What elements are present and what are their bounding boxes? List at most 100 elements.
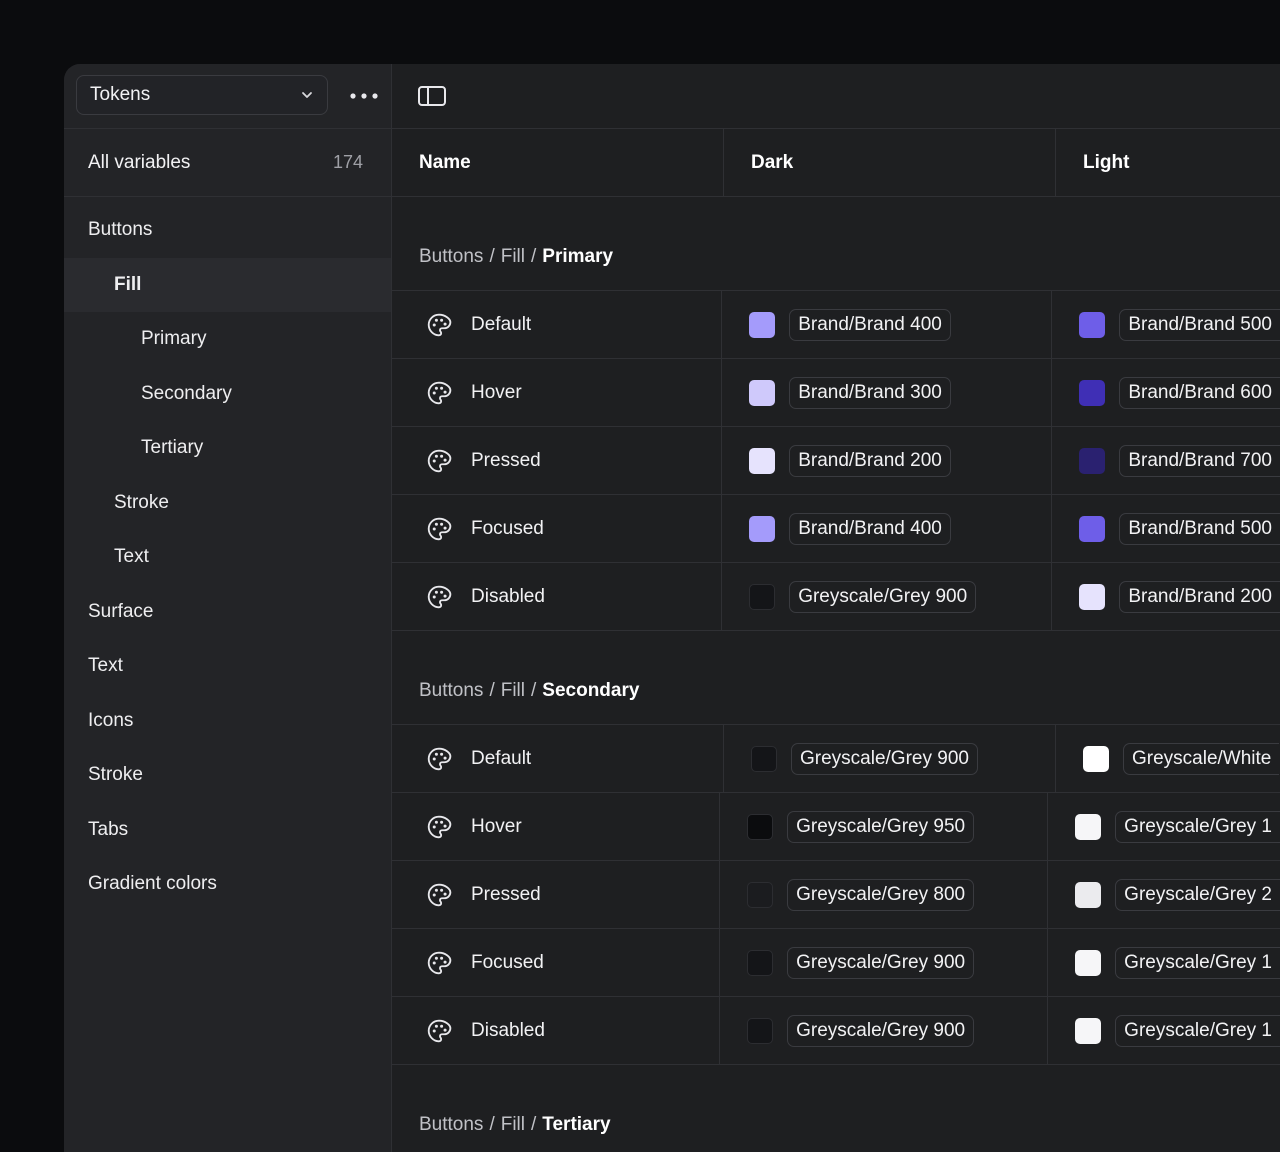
color-swatch [747, 949, 774, 976]
color-swatch [747, 813, 774, 840]
sidebar-group-surface[interactable]: Surface [64, 585, 391, 640]
dark-value-cell[interactable]: Greyscale/Grey 900 [720, 929, 1049, 996]
dark-value-cell[interactable]: Greyscale/Grey 800 [720, 861, 1049, 928]
token-alias-chip[interactable]: Greyscale/Grey 900 [791, 742, 978, 775]
light-value-cell[interactable]: Brand/Brand 600 [1052, 359, 1280, 426]
table-row[interactable]: Hover Brand/Brand 300 Brand/Brand 600 [392, 359, 1280, 427]
table-row[interactable]: Pressed Greyscale/Grey 800 Greyscale/Grey … [392, 861, 1280, 929]
light-value-cell[interactable]: Brand/Brand 200 [1052, 563, 1280, 630]
variable-name-cell[interactable]: Hover [392, 793, 721, 860]
table-row[interactable]: Disabled Greyscale/Grey 900 Brand/Brand 20… [392, 563, 1280, 631]
light-value-cell[interactable]: Brand/Brand 700 [1052, 427, 1280, 494]
token-alias-chip[interactable]: Brand/Brand 300 [789, 376, 951, 409]
sidebar: Tokens All variables 174 Buttons Fill Prim… [64, 64, 392, 1152]
light-value-cell[interactable]: Brand/Brand 500 [1052, 495, 1280, 562]
dark-value-cell[interactable]: Brand/Brand 300 [722, 359, 1053, 426]
variable-name-cell[interactable]: Pressed [392, 427, 723, 494]
token-alias-chip[interactable]: Brand/Brand 400 [789, 512, 951, 545]
token-alias-chip[interactable]: Greyscale/Grey 800 [787, 878, 975, 911]
variable-name-cell[interactable]: Hover [392, 359, 723, 426]
table-row[interactable]: Focused Brand/Brand 400 Brand/Brand 500 [392, 495, 1280, 563]
token-alias-chip[interactable]: Brand/Brand 200 [1119, 580, 1280, 613]
token-alias-chip[interactable]: Brand/Brand 600 [1119, 376, 1280, 409]
dark-value-cell[interactable]: Greyscale/Grey 900 [724, 725, 1056, 792]
token-alias-chip[interactable]: Greyscale/Grey 900 [789, 580, 977, 613]
light-value-cell[interactable]: Brand/Brand 500 [1052, 291, 1280, 358]
dark-value-cell[interactable]: Brand/Brand 200 [722, 427, 1053, 494]
column-header-light[interactable]: Light [1056, 129, 1280, 196]
more-options-button[interactable] [344, 84, 384, 108]
variable-name: Disabled [471, 585, 545, 607]
token-alias-chip[interactable]: Greyscale/Grey 2 [1115, 878, 1280, 911]
variable-name-cell[interactable]: Default [392, 291, 723, 358]
light-value-cell[interactable]: Greyscale/Grey 2 [1048, 861, 1280, 928]
variable-name-cell[interactable]: Default [392, 725, 724, 792]
token-alias-chip[interactable]: Brand/Brand 400 [789, 308, 951, 341]
variable-name-cell[interactable]: Pressed [392, 861, 721, 928]
dark-value-cell[interactable]: Greyscale/Grey 950 [720, 793, 1049, 860]
dark-value-cell[interactable]: Brand/Brand 400 [722, 495, 1053, 562]
sidebar-group-buttons[interactable]: Buttons [64, 203, 391, 258]
palette-icon [427, 815, 452, 838]
variable-name-cell[interactable]: Focused [392, 929, 721, 996]
light-value-cell[interactable]: Greyscale/Grey 1 [1048, 997, 1280, 1064]
section-title-crumb: Buttons [419, 246, 484, 267]
token-alias-chip[interactable]: Greyscale/White [1123, 742, 1280, 775]
token-alias-chip[interactable]: Greyscale/Grey 900 [787, 1014, 975, 1047]
column-header-name[interactable]: Name [392, 129, 724, 196]
token-alias-chip[interactable]: Brand/Brand 700 [1119, 444, 1280, 477]
color-swatch [749, 447, 776, 474]
palette-icon [427, 517, 452, 540]
dark-value-cell[interactable]: Brand/Brand 400 [722, 291, 1053, 358]
token-alias-chip[interactable]: Brand/Brand 500 [1119, 308, 1280, 341]
token-alias-chip[interactable]: Greyscale/Grey 1 [1115, 810, 1280, 843]
table-row[interactable]: Pressed Brand/Brand 200 Brand/Brand 700 [392, 427, 1280, 495]
light-value-cell[interactable]: Greyscale/Grey 1 [1048, 929, 1280, 996]
sidebar-group-fill[interactable]: Fill [64, 257, 391, 312]
sidebar-group-stroke[interactable]: Stroke [64, 748, 391, 803]
variables-window: Tokens All variables 174 Buttons Fill Prim… [64, 64, 1280, 1152]
sidebar-group-secondary[interactable]: Secondary [64, 367, 391, 422]
token-alias-chip[interactable]: Greyscale/Grey 1 [1115, 946, 1280, 979]
sidebar-group-text[interactable]: Text [64, 639, 391, 694]
collection-dropdown[interactable]: Tokens [76, 75, 328, 115]
toggle-sidebar-button[interactable] [417, 84, 447, 108]
sidebar-group-icons[interactable]: Icons [64, 694, 391, 749]
light-value-cell[interactable]: Greyscale/Grey 1 [1048, 793, 1280, 860]
sidebar-group-tabs[interactable]: Tabs [64, 803, 391, 858]
token-alias-chip[interactable]: Greyscale/Grey 950 [787, 810, 975, 843]
token-alias-chip[interactable]: Brand/Brand 200 [789, 444, 951, 477]
variable-name: Pressed [471, 449, 541, 471]
all-variables-label: All variables [88, 151, 191, 173]
table-row[interactable]: Default Greyscale/Grey 900 Greyscale/White [392, 725, 1280, 793]
all-variables-item[interactable]: All variables 174 [64, 129, 391, 197]
token-alias-chip[interactable]: Greyscale/Grey 1 [1115, 1014, 1280, 1047]
sidebar-group-gradient-colors[interactable]: Gradient colors [64, 857, 391, 912]
table-row[interactable]: Disabled Greyscale/Grey 900 Greyscale/Grey… [392, 997, 1280, 1065]
variable-name-cell[interactable]: Disabled [392, 563, 723, 630]
dark-value-cell[interactable]: Greyscale/Grey 900 [720, 997, 1049, 1064]
palette-icon [427, 951, 452, 974]
sidebar-group-stroke[interactable]: Stroke [64, 476, 391, 531]
table-header: Name Dark Light [392, 129, 1280, 197]
section-title-crumb: Fill [500, 246, 525, 267]
table-row[interactable]: Default Brand/Brand 400 Brand/Brand 500 [392, 291, 1280, 359]
all-variables-count: 174 [332, 152, 363, 172]
sidebar-group-text[interactable]: Text [64, 530, 391, 585]
sidebar-panel-icon [418, 86, 446, 106]
table-row[interactable]: Focused Greyscale/Grey 900 Greyscale/Grey … [392, 929, 1280, 997]
sidebar-group-primary[interactable]: Primary [64, 312, 391, 367]
table-row[interactable]: Hover Greyscale/Grey 950 Greyscale/Grey 1 [392, 793, 1280, 861]
dark-value-cell[interactable]: Greyscale/Grey 900 [722, 563, 1053, 630]
section-title: Buttons / Fill / Primary [392, 197, 1280, 291]
column-header-dark[interactable]: Dark [724, 129, 1056, 196]
variable-name-cell[interactable]: Disabled [392, 997, 721, 1064]
palette-icon [427, 313, 452, 336]
section-title-crumb: Fill [500, 680, 525, 701]
variable-name-cell[interactable]: Focused [392, 495, 723, 562]
chevron-down-icon [301, 89, 313, 101]
token-alias-chip[interactable]: Brand/Brand 500 [1119, 512, 1280, 545]
light-value-cell[interactable]: Greyscale/White [1056, 725, 1280, 792]
sidebar-group-tertiary[interactable]: Tertiary [64, 421, 391, 476]
token-alias-chip[interactable]: Greyscale/Grey 900 [787, 946, 975, 979]
